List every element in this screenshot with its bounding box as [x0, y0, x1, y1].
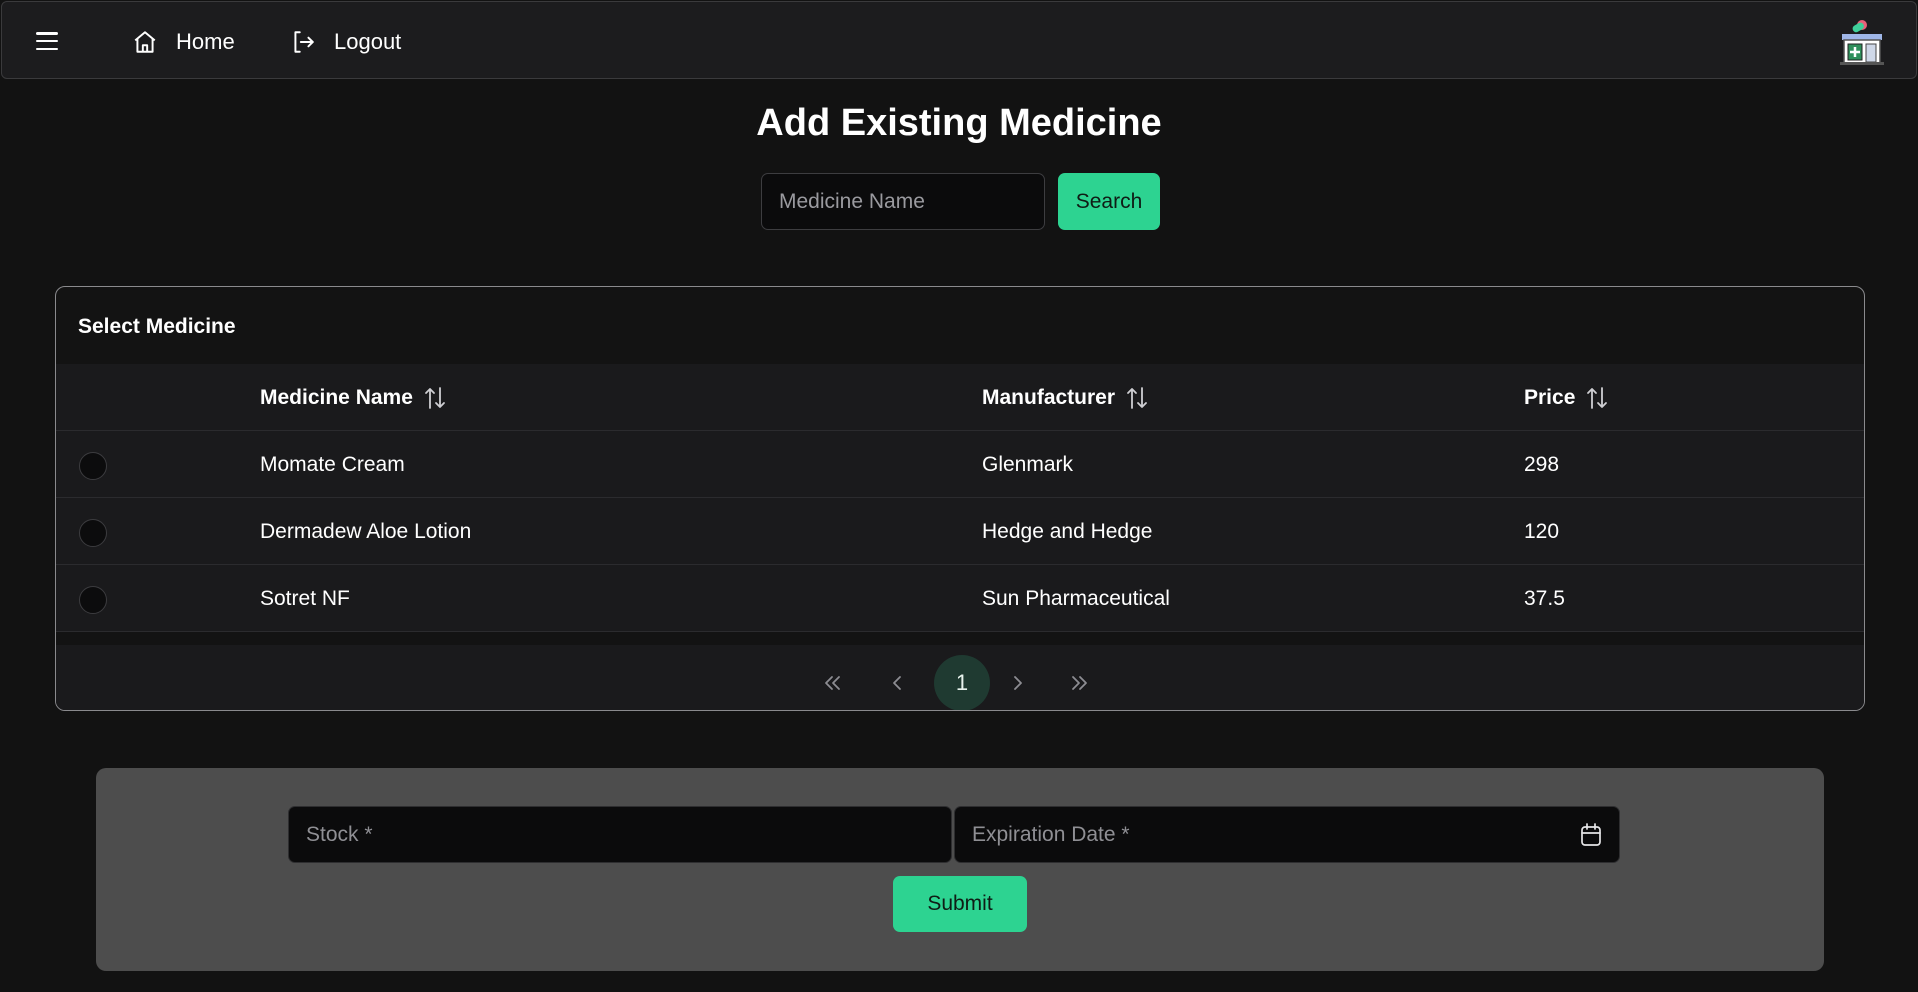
nav-home-link[interactable]: Home [132, 26, 235, 58]
stock-field[interactable]: Stock * [288, 806, 952, 863]
nav-logout-link[interactable]: Logout [290, 26, 401, 58]
search-button[interactable]: Search [1058, 173, 1160, 230]
select-medicine-table: Select Medicine Medicine Name Manufactur… [55, 286, 1865, 711]
medicine-name-cell: Sotret NF [260, 586, 350, 610]
expiration-date-placeholder: Expiration Date * [972, 822, 1130, 846]
calendar-icon[interactable] [1579, 822, 1603, 848]
medicine-name-cell: Momate Cream [260, 452, 405, 476]
column-header-medicine-name[interactable]: Medicine Name [260, 364, 447, 431]
first-page-button[interactable] [812, 655, 852, 710]
manufacturer-cell: Hedge and Hedge [982, 519, 1153, 543]
column-header-manufacturer[interactable]: Manufacturer [982, 364, 1149, 431]
next-page-button[interactable] [1003, 655, 1033, 710]
page-title: Add Existing Medicine [756, 102, 1162, 144]
column-header-price[interactable]: Price [1524, 364, 1609, 431]
price-cell: 37.5 [1524, 586, 1565, 610]
page-number-button[interactable]: 1 [934, 655, 990, 710]
submit-button[interactable]: Submit [893, 876, 1027, 932]
double-chevron-right-icon [1072, 676, 1087, 690]
manufacturer-cell: Glenmark [982, 452, 1074, 476]
sort-icon [1127, 386, 1147, 409]
table-row[interactable]: Sotret NF Sun Pharmaceutical 37.5 [56, 565, 1864, 632]
double-chevron-left-icon [825, 676, 840, 690]
pharmacy-logo[interactable] [1838, 16, 1886, 66]
medicine-search-input[interactable] [761, 173, 1045, 230]
table-header: Medicine Name Manufacturer Price [56, 364, 1864, 431]
price-cell: 298 [1524, 452, 1560, 476]
price-cell: 120 [1524, 519, 1560, 543]
logout-icon [294, 31, 314, 53]
sort-icon [424, 386, 445, 409]
add-stock-form: Stock * Expiration Date * Submit [96, 768, 1824, 971]
manufacturer-cell: Sun Pharmaceutical [982, 586, 1170, 610]
expiration-date-field[interactable]: Expiration Date * [954, 806, 1620, 863]
sort-icon [1587, 386, 1608, 409]
table-caption: Select Medicine [78, 315, 236, 338]
last-page-button[interactable] [1060, 655, 1100, 710]
home-icon [134, 31, 156, 53]
row-radio-button[interactable] [79, 519, 107, 547]
row-radio-button[interactable] [79, 586, 107, 614]
nav-home-label: Home [176, 29, 235, 54]
stock-placeholder: Stock * [306, 822, 373, 846]
hamburger-menu-icon[interactable] [34, 30, 60, 52]
row-radio-button[interactable] [79, 452, 107, 480]
chevron-right-icon [1014, 676, 1022, 690]
medicine-name-cell: Dermadew Aloe Lotion [260, 519, 472, 543]
table-row[interactable]: Dermadew Aloe Lotion Hedge and Hedge 120 [56, 498, 1864, 565]
top-navbar: Home Logout [1, 1, 1917, 79]
chevron-left-icon [893, 676, 901, 690]
pagination: 1 [56, 645, 1864, 710]
nav-logout-label: Logout [334, 29, 402, 54]
previous-page-button[interactable] [882, 655, 912, 710]
table-row[interactable]: Momate Cream Glenmark 298 [56, 431, 1864, 498]
